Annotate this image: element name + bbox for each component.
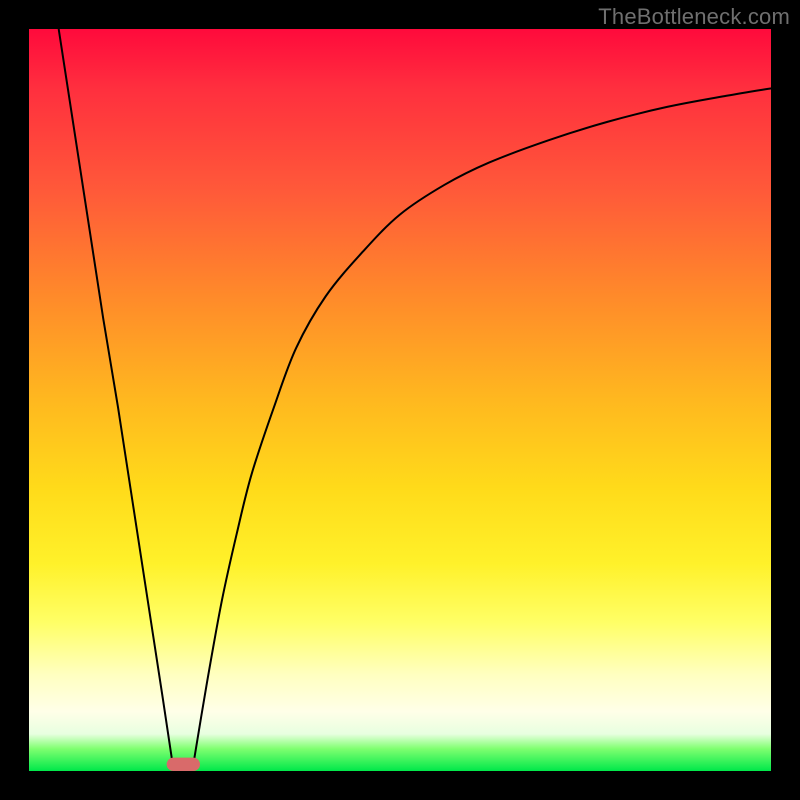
curve-right	[192, 88, 771, 771]
watermark-text: TheBottleneck.com	[598, 4, 790, 30]
chart-frame: TheBottleneck.com	[0, 0, 800, 800]
curve-group	[59, 29, 771, 771]
minimum-marker	[167, 758, 200, 771]
curve-left	[59, 29, 174, 771]
chart-svg	[29, 29, 771, 771]
